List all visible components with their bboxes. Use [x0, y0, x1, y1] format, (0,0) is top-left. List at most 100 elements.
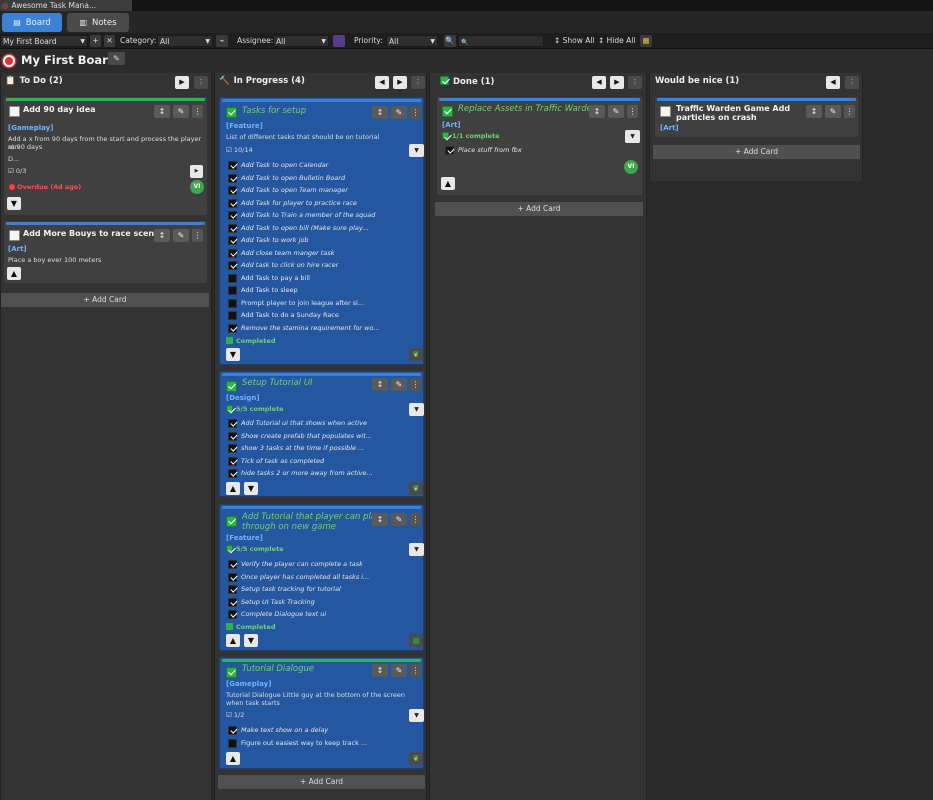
- subtask-checkbox[interactable]: [228, 469, 237, 478]
- subtask-checkbox[interactable]: [445, 146, 454, 155]
- move-up-button[interactable]: ▲: [226, 482, 240, 495]
- tag-icon[interactable]: ⌁: [216, 35, 228, 47]
- subtask-checkbox[interactable]: [228, 186, 237, 195]
- leaf-icon[interactable]: ■: [409, 634, 423, 647]
- subtask-item[interactable]: Add Task to open Calendar: [228, 160, 418, 171]
- reorder-icon[interactable]: ↕: [806, 105, 822, 118]
- subtask-item[interactable]: Add Task to sleep: [228, 285, 418, 296]
- hide-all-button[interactable]: ↕ Hide All: [598, 35, 635, 47]
- subtask-checkbox[interactable]: [228, 323, 237, 333]
- card-menu-button[interactable]: ⋮: [844, 105, 855, 118]
- card-checkbox[interactable]: [442, 106, 453, 117]
- move-left-button[interactable]: ◀: [375, 76, 389, 89]
- expand-subtasks-button[interactable]: ▶: [190, 165, 203, 178]
- tab-board[interactable]: ▤ Board: [2, 13, 62, 32]
- subtask-item[interactable]: hide tasks 2 or more away from active...: [228, 468, 418, 479]
- card-add-90-day-idea[interactable]: Add 90 day idea ↕ ✎ ⋮ [Gameplay] Add a x…: [4, 97, 207, 215]
- column-menu-button[interactable]: ⋮: [845, 76, 859, 89]
- edit-icon[interactable]: ✎: [391, 378, 407, 391]
- subtask-checkbox[interactable]: [228, 597, 237, 607]
- card-checkbox[interactable]: [226, 381, 237, 392]
- avatar[interactable]: VI: [190, 180, 204, 194]
- subtask-checkbox[interactable]: [228, 286, 237, 295]
- move-left-button[interactable]: ◀: [826, 76, 840, 89]
- collapse-down-button[interactable]: ▼: [226, 348, 240, 361]
- add-card-button[interactable]: + Add Card: [218, 775, 425, 789]
- column-menu-button[interactable]: ⋮: [628, 76, 642, 89]
- card-menu-button[interactable]: ⋮: [410, 106, 421, 119]
- collapse-up-button[interactable]: ▲: [226, 752, 240, 765]
- subtask-item[interactable]: Add Task to do a Sunday Race: [228, 310, 418, 321]
- card-tutorial-dialogue[interactable]: Tutorial Dialogue ↕ ✎ ⋮ [Gameplay] Tutor…: [219, 657, 424, 769]
- subtask-item[interactable]: Add Task for player to practice race: [228, 198, 418, 209]
- card-checkbox[interactable]: [226, 107, 237, 118]
- subtask-checkbox[interactable]: [228, 236, 237, 245]
- reorder-icon[interactable]: ↕: [372, 106, 388, 119]
- reorder-icon[interactable]: ↕: [372, 378, 388, 391]
- subtask-checkbox[interactable]: [228, 223, 237, 233]
- move-right-button[interactable]: ▶: [175, 76, 189, 89]
- search-input[interactable]: 🔍: [458, 35, 544, 47]
- leaf-icon[interactable]: ❦: [409, 482, 423, 495]
- reorder-icon[interactable]: ↕: [154, 229, 170, 242]
- subtask-item[interactable]: Complete Dialogue text ui: [228, 609, 418, 620]
- edit-icon[interactable]: ✎: [825, 105, 841, 118]
- edit-icon[interactable]: ✎: [173, 229, 189, 242]
- card-menu-button[interactable]: ⋮: [192, 105, 203, 118]
- move-up-button[interactable]: ▲: [226, 634, 240, 647]
- edit-icon[interactable]: ✎: [391, 513, 407, 526]
- subtask-item[interactable]: Place stuff from fbx: [445, 145, 635, 156]
- card-traffic-warden-particles[interactable]: Traffic Warden Game Add particles on cra…: [655, 97, 858, 137]
- show-all-button[interactable]: ↕ Show All: [554, 35, 595, 47]
- column-menu-button[interactable]: ⋮: [194, 76, 208, 89]
- subtask-item[interactable]: Add Task to pay a bill: [228, 273, 418, 284]
- palette-icon[interactable]: ▦: [640, 35, 652, 47]
- subtask-checkbox[interactable]: [228, 560, 237, 569]
- collapse-up-button[interactable]: ▲: [7, 267, 21, 280]
- add-card-button[interactable]: + Add Card: [435, 202, 643, 216]
- move-left-button[interactable]: ◀: [592, 76, 606, 89]
- user-icon[interactable]: [333, 35, 345, 47]
- card-checkbox[interactable]: [9, 230, 20, 241]
- move-right-button[interactable]: ▶: [393, 76, 407, 89]
- subtask-item[interactable]: Add Task to open Team manager: [228, 185, 418, 196]
- card-menu-button[interactable]: ⋮: [410, 664, 421, 677]
- subtask-item[interactable]: Show create prefab that populates wit...: [228, 431, 418, 442]
- card-setup-tutorial-ui[interactable]: Setup Tutorial UI ↕ ✎ ⋮ [Design] 5/5 com…: [219, 371, 424, 497]
- subtask-item[interactable]: Add Task to Train a member of the squad: [228, 210, 418, 221]
- window-tab[interactable]: ◎ Awesome Task Mana...: [0, 0, 132, 11]
- card-menu-button[interactable]: ⋮: [627, 105, 638, 118]
- move-down-button[interactable]: ▼: [244, 482, 258, 495]
- subtask-item[interactable]: Once player has completed all tasks i...: [228, 572, 418, 583]
- card-checkbox[interactable]: [660, 106, 671, 117]
- move-down-button[interactable]: ▼: [244, 634, 258, 647]
- subtask-item[interactable]: show 3 tasks at the time if possible ...: [228, 443, 418, 454]
- subtask-item[interactable]: Tick of task as completed: [228, 456, 418, 467]
- subtask-item[interactable]: Add Task to work job: [228, 235, 418, 246]
- leaf-icon[interactable]: ❦: [409, 348, 423, 361]
- subtask-item[interactable]: Setup task tracking for tutorial: [228, 584, 418, 595]
- card-checkbox[interactable]: [9, 106, 20, 117]
- collapse-up-button[interactable]: ▲: [441, 177, 455, 190]
- subtask-item[interactable]: Add Tutorial ui that shows when active: [228, 418, 418, 429]
- priority-select[interactable]: All ▼: [386, 35, 438, 47]
- subtask-item[interactable]: Make text show on a delay: [228, 725, 418, 736]
- subtask-item[interactable]: Verify the player can complete a task: [228, 559, 418, 570]
- card-checkbox[interactable]: [226, 516, 237, 527]
- card-menu-button[interactable]: ⋮: [192, 229, 203, 242]
- subtask-item[interactable]: Add task to click on hire racer: [228, 260, 418, 271]
- reorder-icon[interactable]: ↕: [372, 664, 388, 677]
- tab-notes[interactable]: ▥ Notes: [67, 13, 129, 32]
- board-select[interactable]: My First Board ▼: [0, 35, 88, 47]
- subtask-checkbox[interactable]: [228, 738, 237, 748]
- subtask-item[interactable]: Add close team manger task: [228, 248, 418, 259]
- card-menu-button[interactable]: ⋮: [410, 378, 421, 391]
- subtask-checkbox[interactable]: [228, 431, 237, 441]
- subtask-item[interactable]: Setup UI Task Tracking: [228, 597, 418, 608]
- expand-subtasks-button[interactable]: ▼: [409, 403, 424, 416]
- subtask-checkbox[interactable]: [228, 311, 237, 320]
- edit-icon[interactable]: ✎: [173, 105, 189, 118]
- reorder-icon[interactable]: ↕: [154, 105, 170, 118]
- card-menu-button[interactable]: ⋮: [410, 513, 421, 526]
- subtask-item[interactable]: Add Task to open Bulletin Board: [228, 173, 418, 184]
